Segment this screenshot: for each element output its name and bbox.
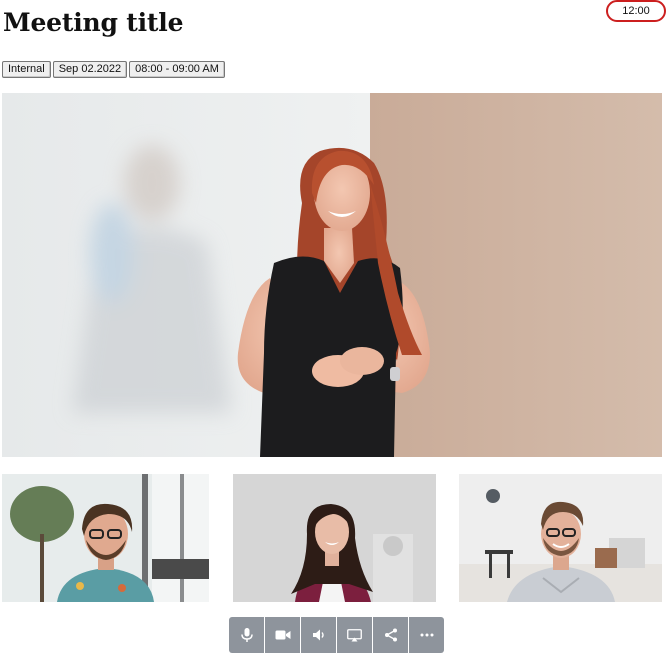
video-button[interactable] — [265, 617, 300, 653]
tag-category[interactable]: Internal — [2, 61, 51, 78]
tag-time[interactable]: 08:00 - 09:00 AM — [129, 61, 225, 78]
more-options-button[interactable] — [409, 617, 444, 653]
screen-share-icon — [347, 628, 362, 641]
screen-share-button[interactable] — [337, 617, 372, 653]
share-icon — [384, 628, 397, 642]
page-title: Meeting title — [3, 8, 184, 37]
speaker-icon — [312, 629, 324, 641]
share-button[interactable] — [373, 617, 408, 653]
participant-video-3[interactable] — [459, 474, 662, 602]
participant-video-2[interactable] — [233, 474, 436, 602]
speaker-button[interactable] — [301, 617, 336, 653]
participant-image-3 — [459, 474, 662, 602]
microphone-button[interactable] — [229, 617, 264, 653]
video-camera-icon — [275, 630, 290, 640]
meeting-tags: Internal Sep 02.2022 08:00 - 09:00 AM — [2, 61, 225, 78]
participant-video-1[interactable] — [2, 474, 209, 602]
tag-date[interactable]: Sep 02.2022 — [52, 61, 128, 78]
participant-image-1 — [2, 474, 209, 602]
call-controls — [229, 617, 444, 653]
microphone-icon — [240, 628, 253, 642]
meeting-timer: 12:00 — [606, 0, 666, 22]
main-speaker-video[interactable] — [2, 93, 662, 457]
participant-image-2 — [233, 474, 436, 602]
main-speaker-image — [2, 93, 662, 457]
more-options-icon — [420, 633, 433, 637]
